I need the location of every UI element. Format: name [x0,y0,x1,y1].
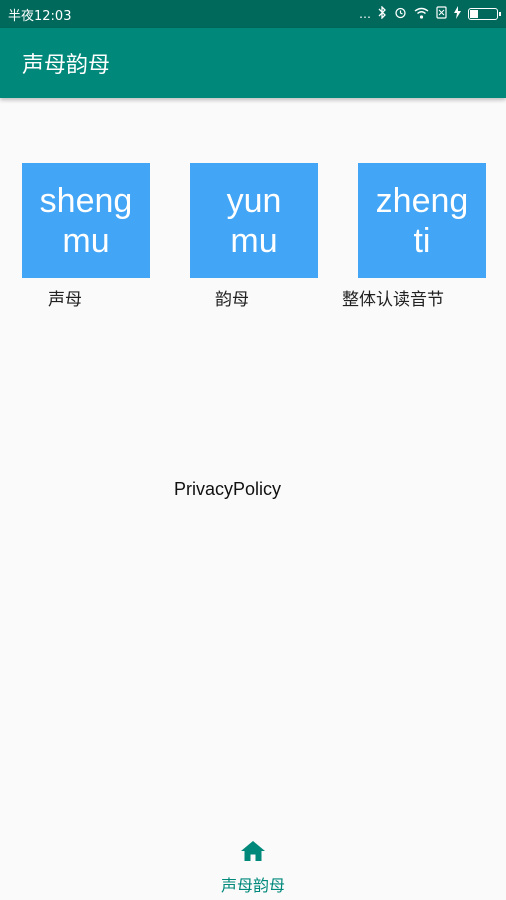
card-text-line1: sheng [39,181,133,220]
battery-icon [468,8,501,20]
status-icons: … [359,5,501,22]
bottom-navigation: 声母韵母 [0,830,506,900]
yunmu-card[interactable]: yun mu [190,163,318,278]
privacy-policy-link[interactable]: PrivacyPolicy [174,479,281,500]
card-text-line2: ti [413,221,431,260]
shengmu-card[interactable]: sheng mu [22,163,150,278]
nav-item-home[interactable]: 声母韵母 [221,840,285,896]
status-time: 半夜12:03 [8,8,72,24]
wifi-icon [414,7,429,22]
alarm-icon [394,6,407,22]
card-text-line1: yun [226,181,282,220]
card-text-line1: zheng [375,181,469,220]
card-text-line2: mu [230,221,278,260]
yunmu-label: 韵母 [215,290,249,310]
zhengti-card[interactable]: zheng ti [358,163,486,278]
status-bar: 半夜12:03 … [0,0,506,28]
home-icon [240,840,266,866]
charging-icon [454,6,461,22]
shengmu-label: 声母 [48,290,82,310]
signal-dots-icon: … [359,7,371,21]
bluetooth-icon [378,5,387,22]
sim-icon [436,6,447,22]
app-bar: 声母韵母 [0,28,506,98]
app-title: 声母韵母 [22,53,111,78]
card-text-line2: mu [62,221,110,260]
nav-item-label: 声母韵母 [220,876,285,895]
zhengti-label: 整体认读音节 [342,290,444,310]
